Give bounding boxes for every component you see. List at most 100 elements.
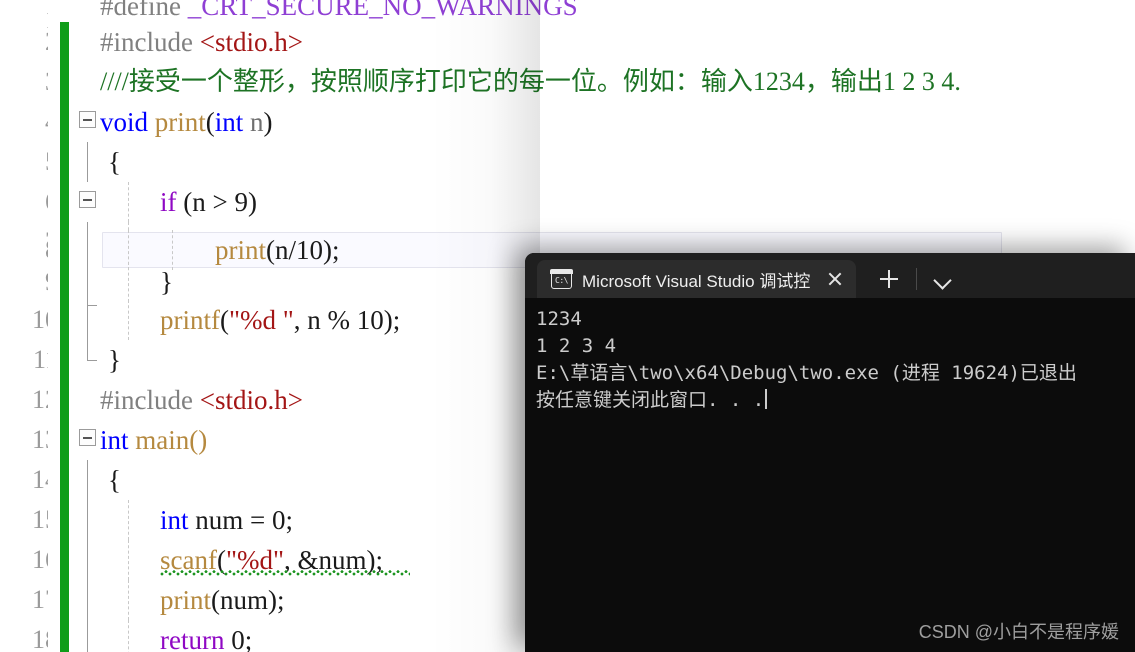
outline-line bbox=[87, 300, 89, 320]
token-paren: ) bbox=[263, 107, 273, 137]
line-number-5: 5 bbox=[0, 142, 48, 182]
error-squiggle bbox=[160, 570, 410, 576]
code-line-3[interactable]: 3 ////接受一个整形，按照顺序打印它的每一位。例如：输入1234，输出1 2… bbox=[0, 62, 1135, 102]
toolbar-divider bbox=[916, 268, 918, 290]
text-cursor bbox=[765, 389, 768, 409]
line-number-3: 3 bbox=[0, 62, 48, 102]
change-bar-16 bbox=[60, 540, 69, 580]
line-number-12: 12 bbox=[32, 385, 48, 414]
code-text-13: int main() bbox=[100, 420, 207, 460]
fold-toggle-if[interactable] bbox=[78, 182, 100, 222]
line-number-6: 6 bbox=[0, 182, 48, 222]
outline-line bbox=[87, 320, 89, 340]
token-header: <stdio.h> bbox=[199, 385, 303, 415]
token-string: "%d " bbox=[229, 305, 294, 335]
token-header: <stdio.h> bbox=[199, 27, 303, 57]
change-bar-14 bbox=[60, 460, 69, 500]
terminal-output-line: 1234 bbox=[536, 308, 582, 330]
token-rest: num = 0; bbox=[188, 505, 293, 535]
terminal-output[interactable]: 1234 1 2 3 4 E:\草语言\two\x64\Debug\two.ex… bbox=[525, 298, 1135, 652]
line-number-11: 11 bbox=[32, 345, 48, 374]
fold-line-15 bbox=[78, 500, 100, 540]
outline-line bbox=[87, 340, 89, 360]
terminal-tab-active[interactable]: Microsoft Visual Studio 调试控 bbox=[537, 260, 857, 298]
outline-line bbox=[87, 142, 89, 182]
change-bar-3 bbox=[60, 62, 69, 102]
collapse-icon[interactable] bbox=[79, 191, 96, 208]
chevron-down-icon[interactable] bbox=[927, 264, 957, 294]
fold-line-16 bbox=[78, 540, 100, 580]
code-line-6[interactable]: 6 if (n > 9) bbox=[0, 182, 1135, 222]
line-number-14: 14 bbox=[32, 465, 48, 494]
code-line-5[interactable]: 5 { bbox=[0, 142, 1135, 182]
fold-line-5 bbox=[78, 142, 100, 182]
token-keyword-if: if bbox=[160, 187, 177, 217]
fold-line-11 bbox=[78, 340, 100, 380]
line-number-13: 13 bbox=[32, 425, 48, 454]
fold-line-18 bbox=[78, 620, 100, 652]
outline-line bbox=[87, 262, 89, 302]
terminal-output-line-last: 按任意键关闭此窗口. . . bbox=[536, 387, 1135, 414]
indent-guide bbox=[128, 300, 129, 340]
fold-line-17 bbox=[78, 580, 100, 620]
token-function-name: print bbox=[154, 107, 206, 137]
line-number-10: 10 bbox=[32, 305, 48, 334]
line-number-17: 17 bbox=[32, 585, 48, 614]
fold-toggle-function[interactable] bbox=[78, 102, 100, 142]
code-text-10: printf("%d ", n % 10); bbox=[160, 300, 400, 340]
code-text-3: ////接受一个整形，按照顺序打印它的每一位。例如：输入1234，输出1 2 3… bbox=[100, 62, 961, 102]
change-bar-9 bbox=[60, 262, 69, 302]
code-text-9: } bbox=[160, 262, 173, 302]
collapse-icon[interactable] bbox=[79, 111, 96, 128]
terminal-output-line: E:\草语言\two\x64\Debug\two.exe (进程 19624)已… bbox=[536, 362, 1077, 384]
outline-line bbox=[87, 540, 89, 580]
token-keyword-int: int bbox=[160, 505, 189, 535]
code-text-11: } bbox=[108, 340, 121, 380]
token-brace: } bbox=[108, 345, 121, 375]
terminal-tab-title: Microsoft Visual Studio 调试控 bbox=[582, 271, 811, 291]
change-bar-15 bbox=[60, 500, 69, 540]
token-keyword-return: return bbox=[160, 625, 225, 652]
code-line-2[interactable]: 2 #include <stdio.h> bbox=[0, 22, 1135, 62]
terminal-window[interactable]: Microsoft Visual Studio 调试控 1234 1 2 3 4… bbox=[525, 253, 1135, 652]
token-rest: 0; bbox=[224, 625, 253, 652]
change-bar-10 bbox=[60, 300, 69, 340]
fold-line-14 bbox=[78, 460, 100, 500]
token-brace: { bbox=[108, 147, 121, 177]
collapse-icon[interactable] bbox=[79, 429, 96, 446]
code-text-18: return 0; bbox=[160, 620, 252, 652]
new-tab-icon[interactable] bbox=[872, 262, 906, 296]
code-line-4[interactable]: 4 void print(int n) bbox=[0, 102, 1135, 142]
outline-line bbox=[87, 460, 89, 500]
token-brace: { bbox=[108, 465, 121, 495]
token-preprocessor: #include bbox=[100, 27, 193, 57]
token-macro: _CRT_SECURE_NO_WARNINGS bbox=[187, 0, 578, 21]
console-icon bbox=[550, 268, 573, 289]
fold-toggle-main[interactable] bbox=[78, 420, 100, 460]
code-text-2: #include <stdio.h> bbox=[100, 22, 303, 62]
close-icon[interactable] bbox=[820, 264, 850, 294]
token-keyword-void: void bbox=[100, 107, 149, 137]
terminal-output-line: 1 2 3 4 bbox=[536, 335, 617, 357]
token-paren: ( bbox=[220, 305, 229, 335]
outline-line bbox=[87, 620, 89, 652]
token-condition: (n > 9) bbox=[183, 187, 257, 217]
outline-line bbox=[87, 500, 89, 540]
change-bar-13 bbox=[60, 420, 69, 460]
token-comment: ////接受一个整形，按照顺序打印它的每一位。例如：输入1234，输出1 2 3… bbox=[100, 67, 961, 96]
line-number-4: 4 bbox=[0, 102, 48, 142]
change-bar-11 bbox=[60, 340, 69, 380]
change-bar-4 bbox=[60, 102, 69, 142]
token-preprocessor: #define bbox=[100, 0, 181, 21]
token-paren: ( bbox=[205, 107, 215, 137]
terminal-tab-bar[interactable]: Microsoft Visual Studio 调试控 bbox=[525, 253, 1135, 298]
indent-guide bbox=[128, 262, 129, 302]
fold-line-9 bbox=[78, 262, 100, 302]
change-bar-12 bbox=[60, 380, 69, 420]
line-number-9: 9 bbox=[0, 262, 48, 302]
outline-line bbox=[87, 580, 89, 620]
